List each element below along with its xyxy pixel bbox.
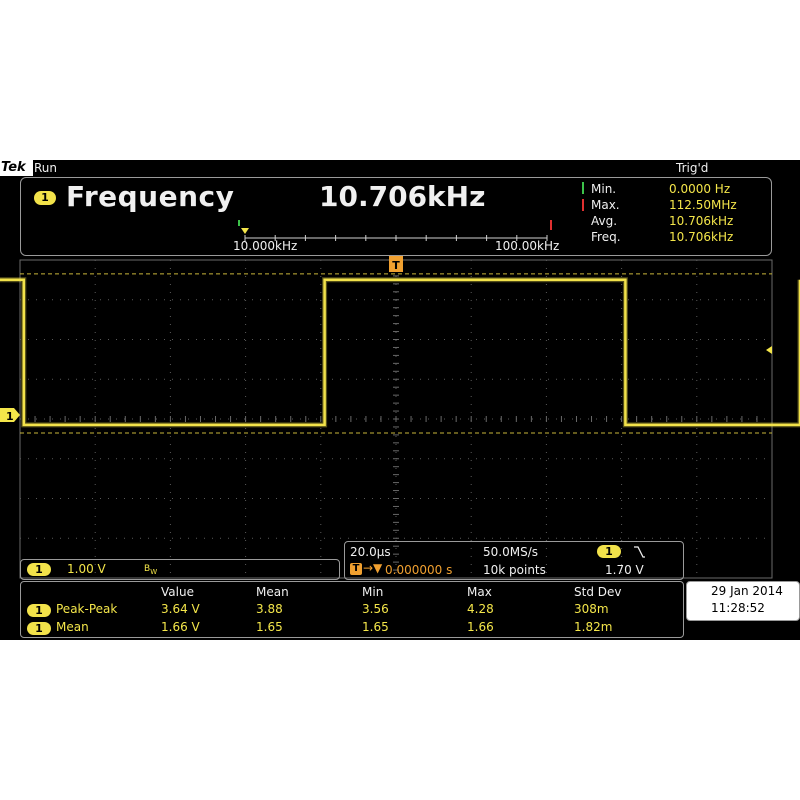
trigger-position-marker-icon: T: [389, 256, 403, 272]
stat-value-avg: 10.706kHz: [669, 214, 734, 228]
meas-max: 1.66: [467, 620, 494, 634]
stat-label-freq: Freq.: [591, 230, 621, 244]
waveform-trace: [0, 278, 800, 427]
trigger-arrow-icon: →▼: [363, 561, 383, 575]
meas-header-mean: Mean: [256, 585, 289, 599]
meas-min: 3.56: [362, 602, 389, 616]
bandwidth-limit-icon: BW: [144, 564, 158, 576]
scale-min-marker-icon: [241, 228, 249, 234]
meas-mean: 3.88: [256, 602, 283, 616]
trigger-level: 1.70 V: [605, 563, 644, 577]
meas-header-value: Value: [161, 585, 194, 599]
scale-max-label: 100.00kHz: [495, 239, 560, 253]
svg-text:T: T: [392, 259, 400, 272]
waveform-graticule[interactable]: T1: [0, 256, 800, 586]
run-state: Run: [34, 161, 58, 175]
record-length: 10k points: [483, 563, 546, 577]
meas-stddev: 308m: [574, 602, 609, 616]
channel-1-badge: 1: [27, 563, 51, 576]
stat-label-min: Min.: [591, 182, 617, 196]
channel-1-badge: 1: [27, 604, 51, 617]
meas-max: 4.28: [467, 602, 494, 616]
channel-settings-panel[interactable]: 1 1.00 V BW: [20, 559, 340, 580]
min-flag-icon: [582, 182, 584, 194]
meas-header-min: Min: [362, 585, 384, 599]
timebase-panel[interactable]: 20.0µs 50.0MS/s T →▼ 0.000000 s 10k poin…: [344, 541, 684, 580]
meas-name: Mean: [56, 620, 89, 634]
sample-rate: 50.0MS/s: [483, 545, 538, 559]
channel-1-badge: 1: [27, 622, 51, 635]
brand-logo: Tek: [0, 160, 33, 176]
stat-label-avg: Avg.: [591, 214, 618, 228]
meas-value: 3.64 V: [161, 602, 200, 616]
meas-header-stddev: Std Dev: [574, 585, 622, 599]
meas-mean: 1.65: [256, 620, 283, 634]
meas-name: Peak-Peak: [56, 602, 118, 616]
frequency-title: Frequency: [66, 180, 235, 213]
datetime-panel[interactable]: 29 Jan 2014 11:28:52: [686, 581, 800, 621]
falling-edge-icon: [634, 546, 645, 558]
measurements-panel[interactable]: Value Mean Min Max Std Dev 1 Peak-Peak 3…: [20, 581, 684, 638]
stat-value-min: 0.0000 Hz: [669, 182, 731, 196]
channel-1-marker-label: 1: [6, 410, 14, 423]
frequency-value: 10.706kHz: [319, 180, 486, 213]
max-flag-icon: [582, 199, 584, 211]
trigger-level-arrow-icon: [766, 346, 772, 354]
waveform-glow: [0, 277, 800, 428]
oscilloscope-screen: Tek Run Trig'd 1 Frequency 10.706kHz 10.…: [0, 160, 800, 640]
volts-per-div: 1.00 V: [67, 562, 106, 576]
trigger-position-icon: T: [350, 563, 362, 575]
scale-min-label: 10.000kHz: [233, 239, 298, 253]
frequency-panel[interactable]: 1 Frequency 10.706kHz 10.000kHz 100.00kH…: [20, 177, 772, 256]
meas-stddev: 1.82m: [574, 620, 613, 634]
meas-value: 1.66 V: [161, 620, 200, 634]
stat-value-freq: 10.706kHz: [669, 230, 734, 244]
stat-label-max: Max.: [591, 198, 620, 212]
date-display: 29 Jan 2014: [711, 584, 783, 598]
trigger-channel-badge: 1: [597, 545, 621, 558]
trigger-state: Trig'd: [676, 161, 709, 175]
stat-value-max: 112.50MHz: [669, 198, 737, 212]
time-per-div: 20.0µs: [350, 545, 391, 559]
channel-1-badge: 1: [34, 191, 56, 205]
time-display: 11:28:52: [711, 601, 765, 615]
meas-min: 1.65: [362, 620, 389, 634]
meas-header-max: Max: [467, 585, 492, 599]
trigger-position: 0.000000 s: [385, 563, 453, 577]
